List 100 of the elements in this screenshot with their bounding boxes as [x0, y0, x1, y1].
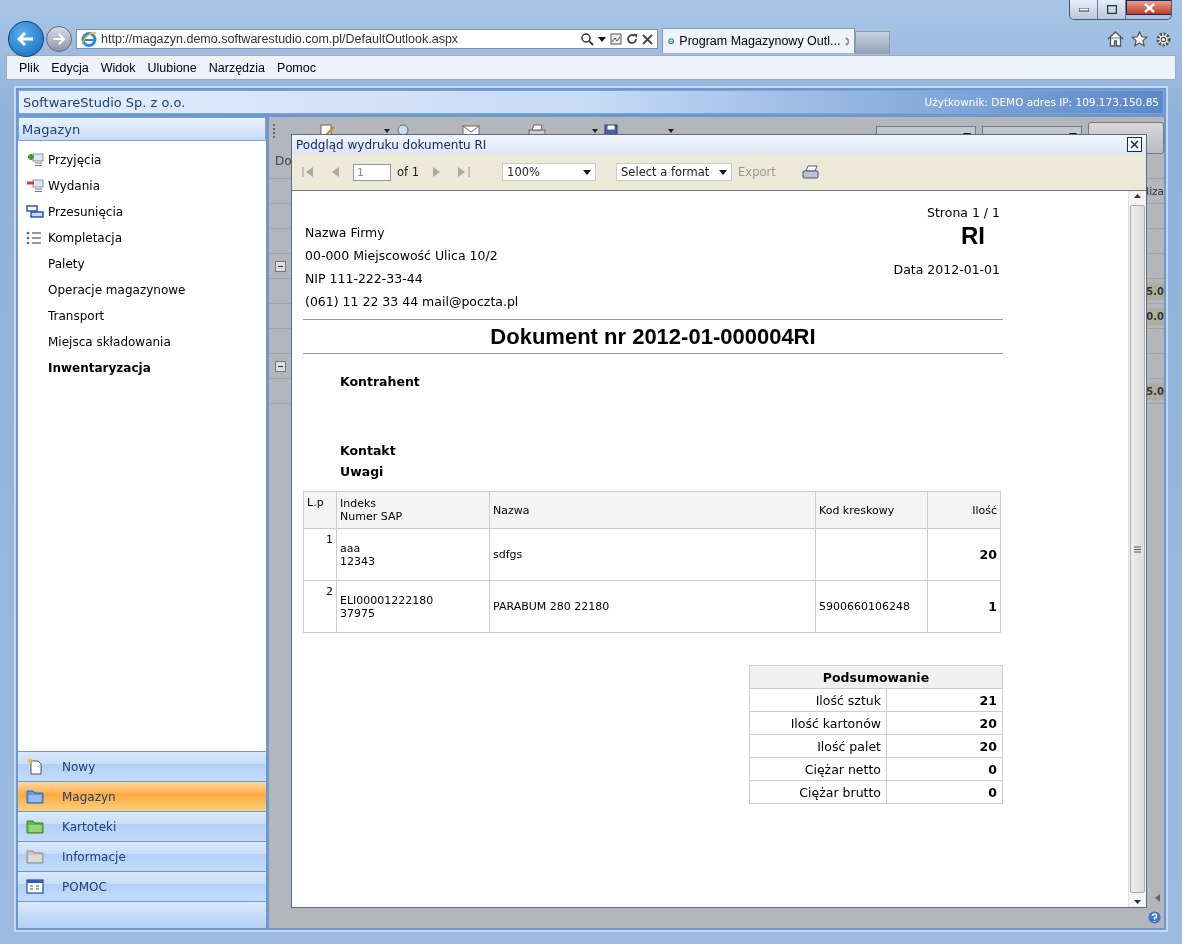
table-cell: 20 [927, 528, 1001, 581]
table-cell: 0 [886, 780, 1003, 804]
table-cell: Ilość sztuk [749, 688, 887, 712]
minimize-button[interactable] [1070, 0, 1098, 19]
browser-logo-icon [81, 31, 97, 47]
minus-icon [278, 265, 283, 267]
table-cell: 21 [886, 688, 1003, 712]
menu-item[interactable]: Pomoc [271, 58, 322, 77]
sidebar-item[interactable]: Transport [18, 303, 266, 329]
page-field[interactable]: 1 [353, 163, 391, 181]
address-bar[interactable]: http://magazyn.demo.softwarestudio.com.pl/DefaultOutlook.aspx [76, 29, 658, 49]
table-cell: Ciężar brutto [749, 780, 887, 804]
close-icon[interactable] [642, 33, 653, 45]
table-cell: 20 [886, 711, 1003, 735]
table-cell: Ilość palet [749, 734, 887, 758]
table-cell: 2 [303, 580, 337, 633]
caret-icon [583, 169, 592, 175]
zoom-dropdown[interactable]: 100% [502, 163, 597, 181]
company-line: 00-000 Miejscowość Ulica 10/2 [305, 248, 499, 263]
menu-item[interactable]: Edycja [45, 58, 95, 77]
minimize-icon [1078, 7, 1089, 12]
back-arrow-icon [17, 31, 35, 47]
nav-button[interactable]: Magazyn [18, 781, 266, 811]
table-cell: 1 [303, 528, 337, 581]
add-list-icon [26, 153, 44, 167]
nav-button[interactable]: POMOC [18, 871, 266, 901]
table-cell: aaa 12343 [336, 528, 490, 581]
column-header: Do [275, 154, 292, 168]
sidebar-item[interactable]: Przyjęcia [18, 147, 266, 173]
company-name: SoftwareStudio Sp. z o.o. [23, 94, 186, 110]
close-button[interactable] [1127, 137, 1142, 152]
maximize-button[interactable] [1098, 0, 1126, 19]
user-info: Użytkownik: DEMO adres IP: 109.173.150.85 [924, 96, 1159, 108]
sidebar-item[interactable]: Przesunięcia [18, 199, 266, 225]
sidebar-header: Magazyn [18, 117, 266, 141]
browser-tab[interactable]: Program Magazynowy Outl... [662, 28, 855, 53]
list-icon [26, 231, 42, 245]
table-cell: 1 [927, 580, 1001, 633]
help-icon[interactable] [1148, 910, 1161, 924]
column-header: Nazwa [489, 491, 816, 529]
column-header: liza [1146, 185, 1164, 197]
forward-button[interactable] [46, 26, 72, 52]
settings-icon[interactable] [1155, 30, 1172, 48]
back-button[interactable] [8, 21, 44, 57]
window-icon [26, 879, 44, 894]
nav-button[interactable]: Informacje [18, 841, 266, 871]
minus-icon [278, 365, 283, 367]
sidebar-item[interactable]: Operacje magazynowe [18, 277, 266, 303]
menu-item[interactable]: Plik [13, 58, 46, 77]
table-cell: 20 [886, 734, 1003, 758]
field-label: Kontakt [340, 443, 397, 458]
collapse-icon[interactable] [275, 260, 286, 272]
sidebar-item[interactable]: Wydania [18, 173, 266, 199]
scroll-up-icon[interactable] [1134, 191, 1141, 201]
remove-list-icon [26, 179, 44, 193]
folder-icon [26, 849, 44, 864]
search-icon[interactable] [581, 32, 594, 46]
sidebar-item[interactable]: Kompletacja [18, 225, 266, 251]
restore-icon [1106, 5, 1117, 14]
sidebar-item[interactable]: Palety [18, 251, 266, 277]
forward-arrow-icon [52, 33, 66, 45]
menu-item[interactable]: Ulubione [141, 58, 203, 77]
folder-icon [26, 819, 44, 834]
table-cell: Ciężar netto [749, 757, 887, 781]
menu-item[interactable]: Narzędzia [202, 58, 272, 77]
page-number: Strona 1 / 1 [926, 205, 1001, 220]
table-cell: ELI00001222180 37975 [336, 580, 490, 633]
document-date: Data 2012-01-01 [893, 262, 1000, 277]
field-label: Kontrahent [340, 374, 421, 389]
company-line: NIP 111-222-33-44 [305, 271, 424, 286]
grip-icon [1134, 545, 1141, 553]
close-icon [1130, 140, 1139, 149]
format-dropdown[interactable]: Select a format [616, 163, 733, 181]
close-tab-icon[interactable] [845, 36, 849, 46]
scrollbar[interactable] [1128, 191, 1146, 907]
column-header: Kod kreskowy [815, 491, 928, 529]
printer-icon[interactable] [801, 164, 819, 180]
scroll-down-icon[interactable] [1134, 897, 1141, 907]
collapse-icon[interactable] [275, 360, 286, 372]
document-heading: Dokument nr 2012-01-000004RI [303, 319, 1003, 354]
refresh-icon[interactable] [626, 33, 638, 45]
table-cell: 5900660106248 [815, 580, 928, 633]
table-cell: Ilość kartonów [749, 711, 887, 735]
document-type: RI [961, 222, 986, 250]
menu-item[interactable]: Widok [94, 58, 142, 77]
star-icon[interactable] [1131, 30, 1148, 47]
summary-title: Podsumowanie [749, 665, 1003, 689]
nav-button[interactable]: Kartoteki [18, 811, 266, 841]
company-line: (061) 11 22 33 44 mail@poczta.pl [305, 294, 519, 309]
new-document-icon [26, 758, 44, 775]
sidebar-item[interactable]: Miejsca składowania [18, 329, 266, 355]
scroll-left-icon[interactable] [1155, 894, 1160, 902]
close-button[interactable] [1126, 0, 1171, 15]
nav-button[interactable]: Nowy [18, 751, 266, 781]
sidebar-item[interactable]: Inwentaryzacja [18, 355, 266, 381]
column-header: L.p [303, 491, 337, 529]
home-icon[interactable] [1107, 30, 1124, 47]
table-cell: 0 [886, 757, 1003, 781]
compatibility-icon[interactable] [610, 33, 622, 45]
dialog-title: Podgląd wydruku dokumentu RI [296, 137, 487, 152]
